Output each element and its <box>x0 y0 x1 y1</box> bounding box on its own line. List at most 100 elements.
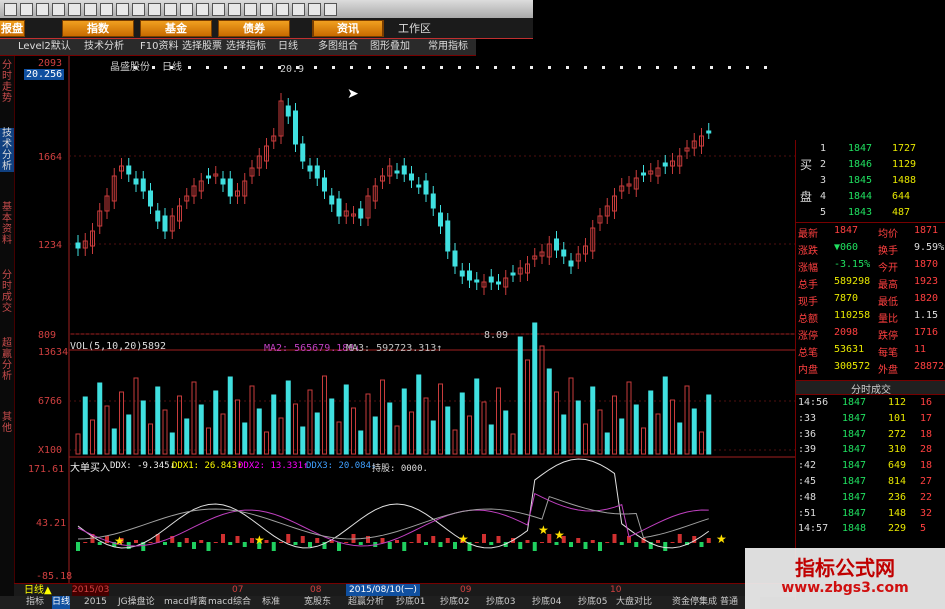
grid-icon[interactable] <box>36 3 49 16</box>
bottom-tab[interactable]: 抄底05 <box>578 596 607 609</box>
stat-row: 总笔 53631 每笔 11 <box>796 343 945 359</box>
tab-tech-analysis[interactable]: 技术分析 <box>84 40 124 54</box>
bottom-tab[interactable]: 指标 <box>26 596 44 609</box>
bottom-tab[interactable]: macd背离 <box>164 596 207 609</box>
tick-row: :45 1847 814 27 <box>796 475 945 491</box>
window-icon[interactable] <box>260 3 273 16</box>
tick-count: 17 <box>920 412 933 424</box>
bottom-tab[interactable]: 抄底02 <box>440 596 469 609</box>
volume-bar <box>372 416 378 455</box>
candle-body <box>401 165 407 175</box>
book-icon[interactable] <box>148 3 161 16</box>
tick-time: :51 <box>798 507 817 519</box>
volume-bar <box>329 398 335 455</box>
tick-row: :42 1847 649 18 <box>796 459 945 475</box>
indicator-bar <box>337 542 341 551</box>
indicator-bar <box>192 542 196 549</box>
help-icon[interactable] <box>276 3 289 16</box>
home-icon[interactable] <box>4 3 17 16</box>
lock-icon[interactable] <box>292 3 305 16</box>
stat-value: 1847 <box>834 225 859 236</box>
mail-icon[interactable] <box>164 3 177 16</box>
menu-button-fund[interactable]: 基金 <box>140 20 212 37</box>
signal-dot <box>332 66 335 69</box>
table-icon[interactable] <box>116 3 129 16</box>
menu-button-news[interactable]: 资讯 <box>313 20 383 37</box>
bottom-tab[interactable]: 资金停集成 <box>672 596 717 609</box>
bottom-tab[interactable]: 大盘对比 <box>616 596 652 609</box>
indicator-bar <box>380 538 385 543</box>
volume-bar <box>256 408 262 455</box>
tab-select-indicator[interactable]: 选择指标 <box>226 40 266 54</box>
exit-icon[interactable] <box>324 3 337 16</box>
bottom-tab[interactable]: 抄底04 <box>532 596 561 609</box>
chart-area[interactable]: ★ ★ ★ ★ ★ ★ ➤ 20.256 2093 1664 1234 809 晶盛股份 日… <box>14 56 795 588</box>
kline-chart-svg[interactable]: ★ ★ ★ ★ ★ ★ ➤ <box>14 56 795 588</box>
print-icon[interactable] <box>196 3 209 16</box>
tick-time: 14:57 <box>798 523 829 535</box>
tab-common-indicator[interactable]: 常用指标 <box>428 40 468 54</box>
price-axis-top: 2093 <box>38 58 63 69</box>
vtab-ticks[interactable]: 分时成交 <box>0 270 14 314</box>
vtab-super-analysis[interactable]: 超赢分析 <box>0 338 14 382</box>
workarea-title[interactable]: 工作区 <box>398 20 431 36</box>
tab-f10[interactable]: F10资料 <box>140 40 178 54</box>
bottom-tab[interactable]: 抄底03 <box>486 596 515 609</box>
tick-price: 1847 <box>842 491 867 503</box>
vtab-technical[interactable]: 技术分析 <box>0 128 14 172</box>
bar-icon[interactable] <box>84 3 97 16</box>
volume-bar <box>590 386 596 455</box>
bottom-tab[interactable]: 2015 <box>84 596 107 609</box>
stat-key: 最低 <box>878 297 898 308</box>
ticks-title[interactable]: 分时成交 <box>796 380 945 396</box>
bottom-tab[interactable]: JG操盘论 <box>118 596 155 609</box>
indicator-bar <box>677 534 682 543</box>
indicator-bar <box>387 542 392 549</box>
vtab-fundamentals[interactable]: 基本资料 <box>0 202 14 246</box>
volume-bar <box>220 413 226 455</box>
bottom-tab[interactable]: 抄底01 <box>396 596 425 609</box>
user-icon[interactable] <box>244 3 257 16</box>
menu-button-bond[interactable]: 债券 <box>218 20 290 37</box>
list-icon[interactable] <box>52 3 65 16</box>
tick-volume: 236 <box>888 491 907 503</box>
tab-multi-chart[interactable]: 多图组合 <box>318 40 358 54</box>
refresh-icon[interactable] <box>308 3 321 16</box>
tab-overlay[interactable]: 图形叠加 <box>370 40 410 54</box>
signal-dot <box>422 66 425 69</box>
bid-level: 1 <box>820 143 827 154</box>
search-icon[interactable] <box>212 3 225 16</box>
volume-bar <box>648 390 654 455</box>
menu-button-quote[interactable]: 报盘 <box>0 20 25 37</box>
bottom-tab[interactable]: 日线 <box>52 596 71 609</box>
stat-value: 1871 <box>914 225 939 236</box>
x-icon[interactable] <box>20 3 33 16</box>
bottom-tab[interactable]: 普通 <box>720 596 738 609</box>
volume-bar <box>90 419 95 455</box>
bid-price: 1843 <box>848 207 873 218</box>
bid-volume: 487 <box>892 207 911 218</box>
gear-icon[interactable] <box>180 3 193 16</box>
tab-select-stock[interactable]: 选择股票 <box>182 40 222 54</box>
menu-button-index[interactable]: 指数 <box>62 20 134 37</box>
bottom-tab[interactable]: 宽股东 <box>304 596 331 609</box>
stat-key: 跌停 <box>878 331 898 342</box>
tab-daily[interactable]: 日线 <box>278 40 298 54</box>
volume-bar <box>619 418 625 455</box>
alarm-icon[interactable] <box>228 3 241 16</box>
stat-key: 外盘 <box>878 365 898 376</box>
volume-bar <box>162 409 168 455</box>
bottom-tab[interactable]: 超赢分析 <box>348 596 384 609</box>
tab-level2[interactable]: Level2默认 <box>18 40 71 54</box>
bottom-tab[interactable]: macd综合 <box>208 596 251 609</box>
bid-volume: 1727 <box>892 143 917 154</box>
star-icon[interactable] <box>132 3 145 16</box>
bottom-tab[interactable]: 标准 <box>262 596 280 609</box>
pie-icon[interactable] <box>100 3 113 16</box>
vtab-other[interactable]: 其他 <box>0 412 14 434</box>
chart-icon[interactable] <box>68 3 81 16</box>
price-axis-809: 809 <box>38 330 57 341</box>
volume-bar <box>133 377 139 455</box>
indicator-bar <box>656 540 660 543</box>
vtab-intraday[interactable]: 分时走势 <box>0 60 14 104</box>
